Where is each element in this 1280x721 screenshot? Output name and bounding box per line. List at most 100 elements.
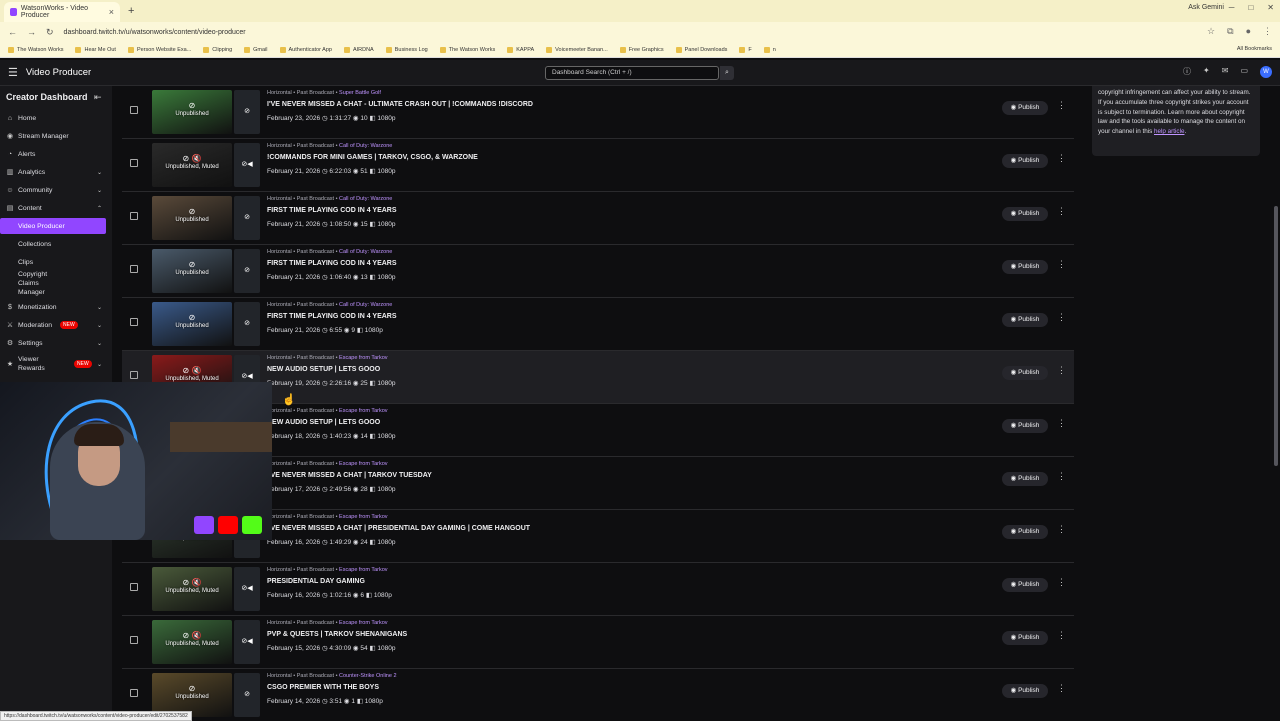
extensions-icon[interactable]: ⧉ [1227, 26, 1233, 37]
close-tab-icon[interactable]: × [109, 7, 114, 17]
publish-button[interactable]: ◉ Publish [1002, 472, 1048, 486]
more-options-icon[interactable]: ⋮ [1057, 365, 1066, 376]
video-title[interactable]: NEW AUDIO SETUP | LETS GOOO [267, 419, 380, 426]
bookmark-item[interactable]: Authenticator App [279, 46, 332, 53]
dashboard-search-input[interactable]: Dashboard Search (Ctrl + /) [545, 66, 719, 80]
video-thumbnail[interactable]: ⊘ 🔇 Unpublished, Muted [152, 143, 232, 187]
video-title[interactable]: PRESIDENTIAL DAY GAMING [267, 578, 365, 585]
publish-button[interactable]: ◉ Publish [1002, 525, 1048, 539]
bookmark-item[interactable]: AIRDNA [343, 46, 374, 53]
video-thumbnail[interactable]: ⊘Unpublished [152, 302, 232, 346]
publish-button[interactable]: ◉ Publish [1002, 101, 1048, 115]
bookmark-item[interactable]: F [739, 46, 752, 53]
video-row[interactable]: ⊘Unpublished⊘Horizontal • Past Broadcast… [122, 669, 1074, 720]
new-tab-button[interactable]: + [128, 5, 134, 17]
sidebar-item-community[interactable]: ☺ Community ⌄ [0, 182, 112, 198]
video-thumbnail[interactable]: ⊘ 🔇 Unpublished, Muted [152, 620, 232, 664]
publish-button[interactable]: ◉ Publish [1002, 631, 1048, 645]
more-options-icon[interactable]: ⋮ [1057, 418, 1066, 429]
publish-button[interactable]: ◉ Publish [1002, 419, 1048, 433]
video-title[interactable]: CSGO PREMIER WITH THE BOYS [267, 684, 379, 691]
sidebar-item-video-producer[interactable]: Video Producer [0, 218, 106, 234]
game-link[interactable]: Call of Duty: Warzone [339, 302, 392, 308]
sidebar-item-copyright-claims-manager[interactable]: Copyright Claims Manager [0, 271, 112, 296]
video-title[interactable]: I'VE NEVER MISSED A CHAT | TARKOV TUESDA… [267, 472, 432, 479]
chevron-icon[interactable]: ⌄ [97, 187, 102, 194]
more-options-icon[interactable]: ⋮ [1057, 100, 1066, 111]
menu-icon[interactable]: ⋮ [1263, 26, 1272, 37]
video-thumbnail[interactable]: ⊘Unpublished [152, 249, 232, 293]
ask-gemini-button[interactable]: Ask Gemini [1188, 4, 1224, 11]
video-title[interactable]: I'VE NEVER MISSED A CHAT | PRESIDENTIAL … [267, 525, 530, 532]
select-checkbox[interactable] [130, 159, 138, 167]
collapse-sidebar-icon[interactable]: ⇤ [94, 92, 102, 103]
more-options-icon[interactable]: ⋮ [1057, 524, 1066, 535]
video-row[interactable]: ⊘Unpublished⊘Horizontal • Past Broadcast… [122, 245, 1074, 298]
bookmark-item[interactable]: Business Log [385, 46, 428, 53]
select-checkbox[interactable] [130, 636, 138, 644]
publish-button[interactable]: ◉ Publish [1002, 260, 1048, 274]
select-checkbox[interactable] [130, 212, 138, 220]
chevron-icon[interactable]: ⌄ [97, 322, 102, 329]
video-title[interactable]: NEW AUDIO SETUP | LETS GOOO [267, 366, 380, 373]
video-thumbnail[interactable]: ⊘ 🔇 Unpublished, Muted [152, 567, 232, 611]
sidebar-item-alerts[interactable]: ◔ Alerts [0, 146, 112, 162]
video-thumbnail[interactable]: ⊘Unpublished [152, 90, 232, 134]
help-article-link[interactable]: help article [1154, 128, 1184, 135]
video-title[interactable]: FIRST TIME PLAYING COD IN 4 YEARS [267, 207, 397, 214]
mail-icon[interactable]: ✉ [1222, 66, 1229, 78]
more-options-icon[interactable]: ⋮ [1057, 206, 1066, 217]
game-link[interactable]: Escape from Tarkov [339, 514, 388, 520]
video-row[interactable]: ⊘Unpublished⊘Horizontal • Past Broadcast… [122, 192, 1074, 245]
scrollbar[interactable] [1272, 86, 1280, 720]
reload-icon[interactable]: ↻ [46, 27, 54, 38]
bookmark-item[interactable]: Hear Me Out [75, 46, 116, 53]
game-link[interactable]: Escape from Tarkov [339, 620, 388, 626]
game-link[interactable]: Escape from Tarkov [339, 567, 388, 573]
select-checkbox[interactable] [130, 689, 138, 697]
game-link[interactable]: Escape from Tarkov [339, 408, 388, 414]
sidebar-item-stream-manager[interactable]: ◉ Stream Manager [0, 128, 112, 144]
browser-tab[interactable]: WatsonWorks - Video Producer × [4, 2, 120, 22]
bookmark-item[interactable]: Gmail [244, 46, 268, 53]
more-options-icon[interactable]: ⋮ [1057, 630, 1066, 641]
publish-button[interactable]: ◉ Publish [1002, 684, 1048, 698]
sidebar-item-analytics[interactable]: ▥ Analytics ⌄ [0, 164, 112, 180]
select-checkbox[interactable] [130, 583, 138, 591]
more-options-icon[interactable]: ⋮ [1057, 312, 1066, 323]
more-options-icon[interactable]: ⋮ [1057, 577, 1066, 588]
game-link[interactable]: Super Battle Golf [339, 90, 381, 96]
video-thumbnail[interactable]: ⊘Unpublished [152, 196, 232, 240]
more-options-icon[interactable]: ⋮ [1057, 683, 1066, 694]
chevron-icon[interactable]: ⌃ [97, 205, 102, 212]
publish-button[interactable]: ◉ Publish [1002, 313, 1048, 327]
minimize-icon[interactable]: ─ [1229, 3, 1235, 12]
game-link[interactable]: Counter-Strike Online 2 [339, 673, 396, 679]
video-row[interactable]: ⊘Unpublished⊘Horizontal • Past Broadcast… [122, 298, 1074, 351]
video-title[interactable]: I'VE NEVER MISSED A CHAT - ULTIMATE CRAS… [267, 101, 533, 108]
bookmark-item[interactable]: Voicemeeter Banan... [546, 46, 608, 53]
bookmark-item[interactable]: Panel Downloads [675, 46, 727, 53]
sidebar-item-collections[interactable]: Collections [0, 236, 112, 252]
chevron-icon[interactable]: ⌄ [97, 361, 102, 368]
video-row[interactable]: ⊘ 🔇 Unpublished, Muted ⊘◀ Horizontal • Past… [122, 616, 1074, 669]
chevron-icon[interactable]: ⌄ [97, 304, 102, 311]
all-bookmarks[interactable]: All Bookmarks [1237, 46, 1272, 52]
sidebar-item-home[interactable]: ⌂ Home [0, 110, 112, 126]
select-checkbox[interactable] [130, 106, 138, 114]
search-icon[interactable]: ⌕ [720, 66, 734, 80]
profile-icon[interactable]: ● [1246, 26, 1251, 37]
bookmark-star-icon[interactable]: ☆ [1207, 26, 1215, 37]
sidebar-item-settings[interactable]: ⚙ Settings ⌄ [0, 335, 112, 351]
video-title[interactable]: PVP & QUESTS | TARKOV SHENANIGANS [267, 631, 407, 638]
bookmark-item[interactable]: n [763, 46, 776, 53]
game-link[interactable]: Escape from Tarkov [339, 461, 388, 467]
select-checkbox[interactable] [130, 318, 138, 326]
more-options-icon[interactable]: ⋮ [1057, 153, 1066, 164]
bookmark-item[interactable]: The Watson Works [439, 46, 495, 53]
sidebar-item-viewer-rewards[interactable]: ★ Viewer Rewards NEW ⌄ [0, 353, 112, 375]
scrollbar-thumb[interactable] [1274, 206, 1278, 466]
bookmark-item[interactable]: Clipping [203, 46, 232, 53]
more-options-icon[interactable]: ⋮ [1057, 471, 1066, 482]
game-link[interactable]: Call of Duty: Warzone [339, 143, 392, 149]
